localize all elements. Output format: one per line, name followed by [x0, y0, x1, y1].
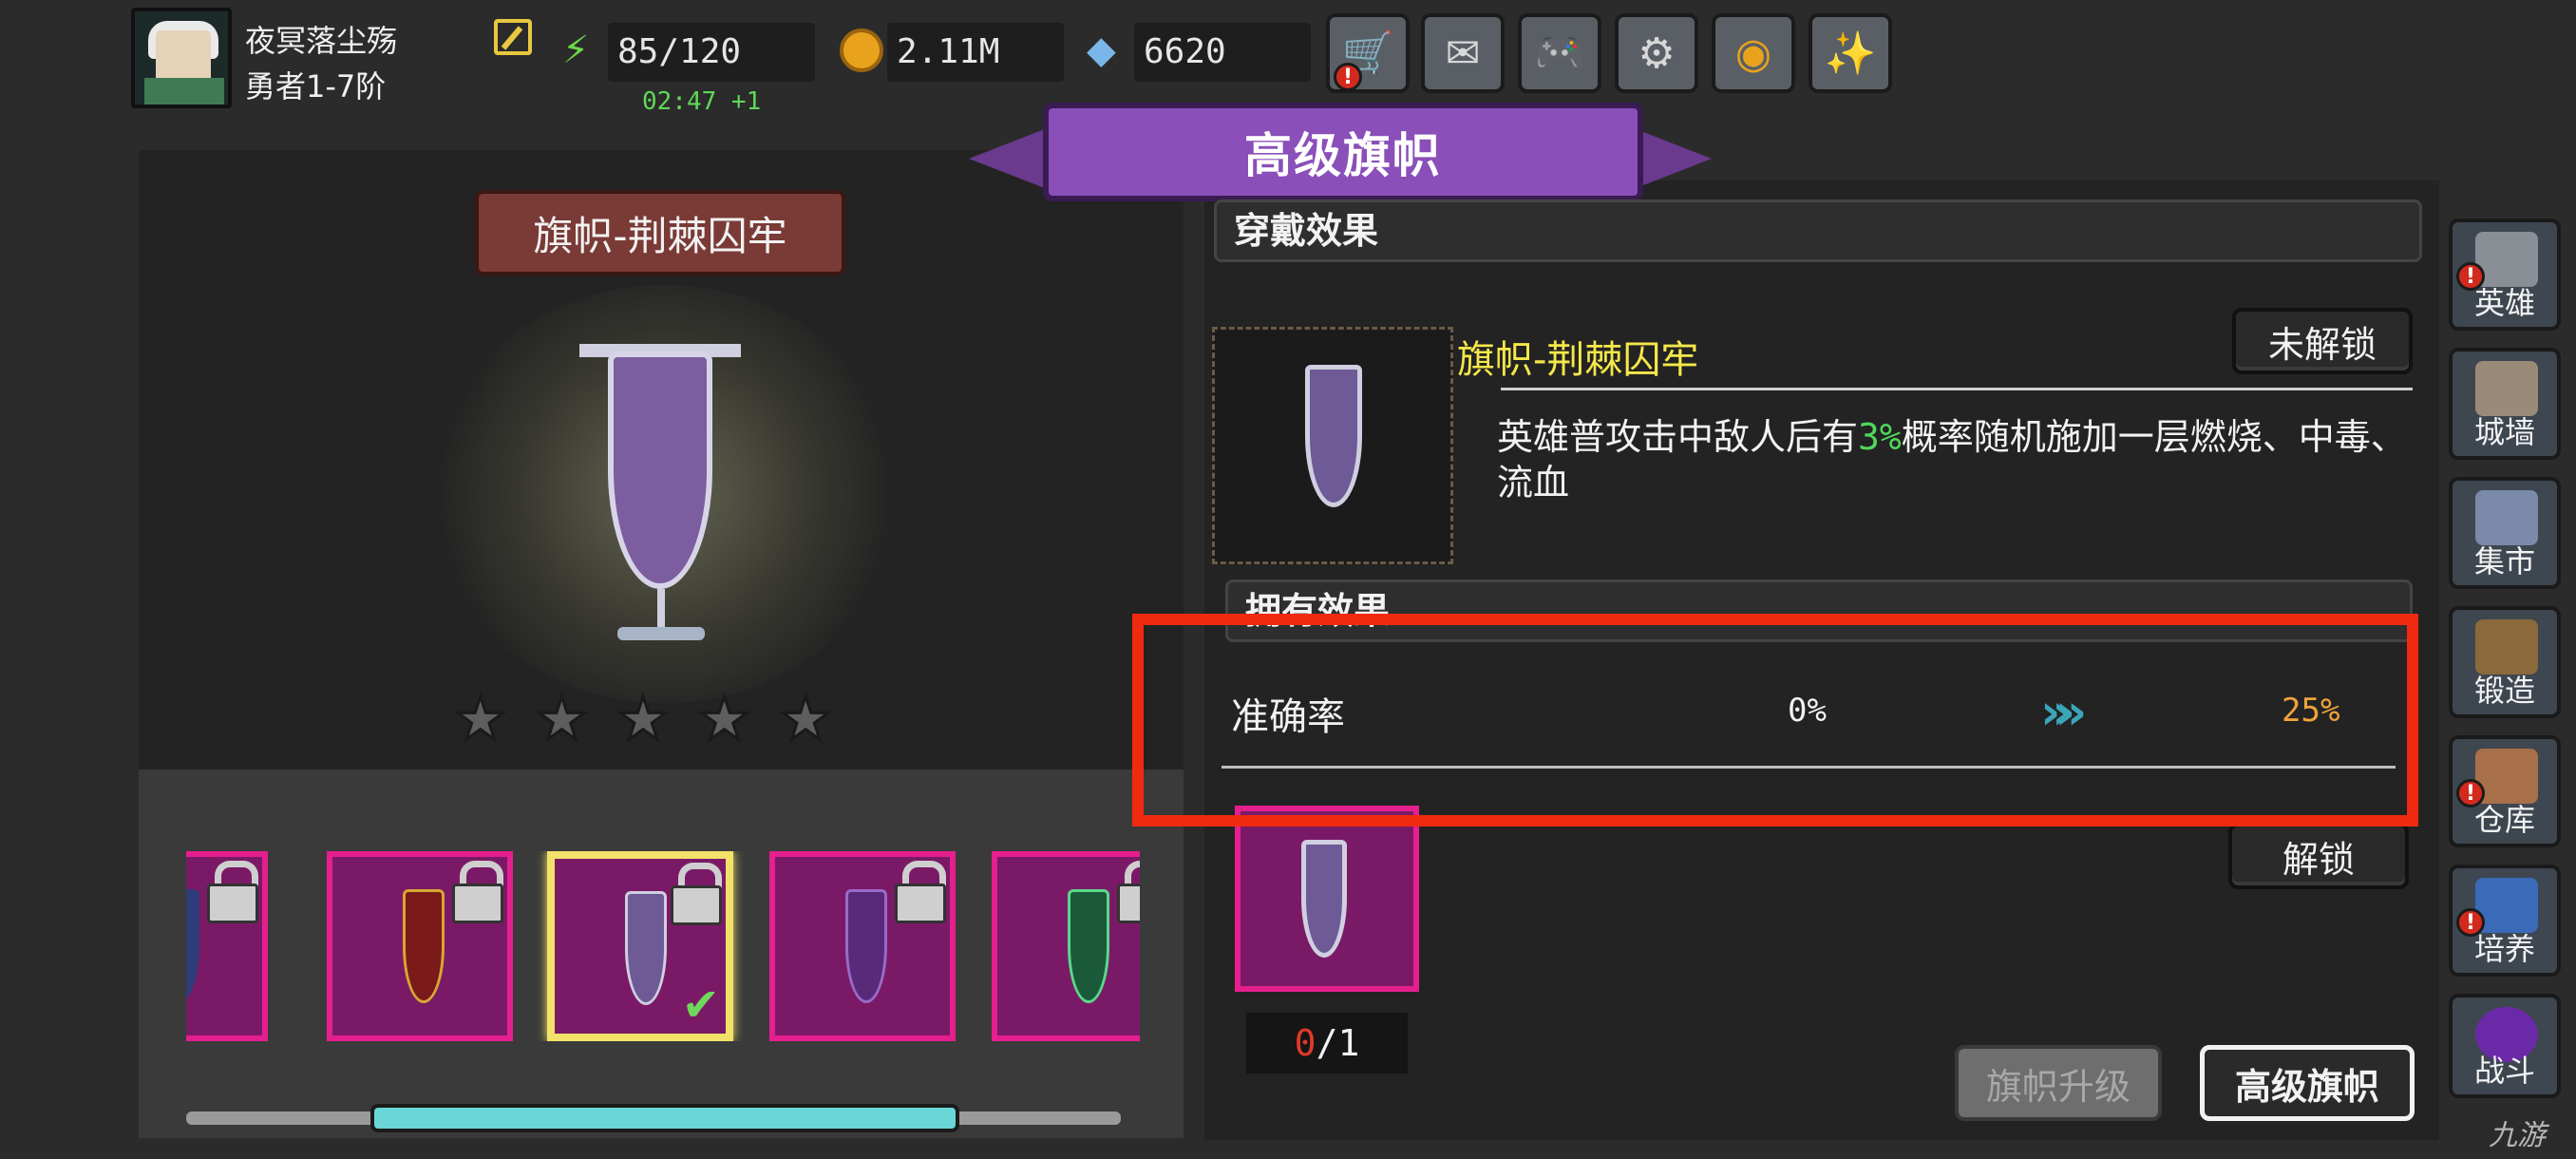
watermark-logo: 九游	[2489, 1119, 2546, 1152]
page-title: 高级旗帜	[1043, 103, 1643, 201]
shop-alert-icon: !	[1334, 63, 1362, 91]
gold-value[interactable]: 2.11M	[887, 23, 1064, 82]
banner-slot[interactable]	[327, 851, 513, 1041]
star-icon: ★	[696, 683, 752, 755]
item-divider	[1501, 388, 2413, 390]
gold-coin-icon	[840, 28, 883, 72]
gamepad-button[interactable]: 🎮	[1518, 13, 1601, 93]
carousel-scroll-thumb[interactable]	[370, 1104, 959, 1132]
green-banner-icon	[1068, 889, 1109, 1003]
nav-battle[interactable]: 战斗	[2449, 994, 2561, 1098]
banner-upgrade-button[interactable]: 旗帜升级	[1955, 1045, 2162, 1121]
banner-slot[interactable]	[769, 851, 956, 1041]
player-name: 夜冥落尘殇	[245, 23, 398, 59]
banner-slot[interactable]	[992, 851, 1140, 1041]
red-banner-icon	[403, 889, 445, 1003]
lock-icon	[201, 859, 258, 923]
nav-label: 英雄	[2473, 285, 2535, 321]
banner-name-plate: 旗帜-荆棘囚牢	[475, 190, 845, 276]
player-rank: 勇者1-7阶	[245, 68, 387, 104]
banner-large-icon	[608, 352, 712, 589]
purple-banner-icon	[625, 891, 667, 1005]
item-name: 旗帜-荆棘囚牢	[1457, 338, 1699, 382]
lock-icon	[446, 859, 503, 923]
desc-percent: 3%	[1858, 416, 1902, 458]
nav-hero[interactable]: ! 英雄	[2449, 218, 2561, 331]
lock-icon	[665, 861, 722, 925]
nav-label: 培养	[2473, 931, 2535, 967]
star-icon: ★	[453, 683, 509, 755]
firework-icon: ✨	[1824, 29, 1877, 78]
energy-icon	[562, 28, 606, 72]
wheel-icon: ◉	[1734, 28, 1772, 78]
gamepad-icon: 🎮	[1533, 29, 1586, 78]
nav-forge[interactable]: 锻造	[2449, 606, 2561, 718]
star-icon: ★	[534, 683, 590, 755]
banner-carousel[interactable]: ✔	[186, 851, 1140, 1041]
star-icon: ★	[616, 683, 672, 755]
banner-pole	[657, 589, 665, 631]
highlight-annotation	[1132, 614, 2418, 826]
nav-market[interactable]: 集市	[2449, 477, 2561, 589]
banner-material-icon	[1301, 840, 1347, 958]
avatar-robe	[144, 78, 224, 104]
lock-icon	[889, 859, 946, 923]
nav-train[interactable]: ! 培养	[2449, 864, 2561, 977]
edit-name-icon[interactable]	[494, 19, 532, 55]
violet-banner-icon	[845, 889, 887, 1003]
shop-button[interactable]: 🛒 !	[1326, 13, 1410, 93]
material-item[interactable]	[1235, 806, 1419, 992]
events-button[interactable]: ✨	[1809, 13, 1892, 93]
nav-label: 锻造	[2473, 673, 2535, 709]
mail-button[interactable]: ✉	[1421, 13, 1505, 93]
star-rating: ★ ★ ★ ★ ★	[453, 683, 834, 755]
nav-wall[interactable]: 城墙	[2449, 348, 2561, 460]
wear-effect-header: 穿戴效果	[1214, 200, 2422, 262]
nav-label: 集市	[2473, 543, 2535, 580]
check-icon: ✔	[681, 978, 720, 1032]
energy-timer: 02:47 +1	[642, 87, 762, 116]
banner-item-icon	[1305, 365, 1362, 507]
desc-text: 英雄普攻击中敌人后有	[1497, 416, 1859, 458]
energy-value[interactable]: 85/120	[608, 23, 815, 82]
material-count: 0/1	[1246, 1013, 1408, 1074]
nav-label: 仓库	[2473, 802, 2535, 838]
star-icon: ★	[778, 683, 834, 755]
item-description: 英雄普攻击中敌人后有3%概率随机施加一层燃烧、中毒、流血	[1497, 414, 2409, 505]
nav-warehouse[interactable]: ! 仓库	[2449, 735, 2561, 847]
material-need: /1	[1316, 1022, 1360, 1064]
lock-icon	[1111, 859, 1140, 923]
unlock-button[interactable]: 解锁	[2228, 823, 2409, 889]
player-avatar[interactable]	[131, 8, 232, 108]
advanced-banner-button[interactable]: 高级旗帜	[2200, 1045, 2415, 1121]
banner-base	[617, 627, 705, 640]
settings-button[interactable]: ⚙	[1615, 13, 1698, 93]
locked-status-button[interactable]: 未解锁	[2232, 308, 2413, 374]
gems-value[interactable]: 6620	[1134, 23, 1311, 82]
mail-icon: ✉	[1445, 28, 1481, 78]
gear-icon: ⚙	[1638, 28, 1676, 78]
nav-label: 城墙	[2473, 414, 2535, 450]
banner-slot[interactable]	[186, 851, 268, 1041]
nav-label: 战斗	[2473, 1053, 2535, 1089]
lottery-button[interactable]: ◉	[1712, 13, 1795, 93]
blue-banner-icon	[186, 889, 199, 1003]
material-have: 0	[1294, 1022, 1316, 1064]
diamond-icon	[1087, 28, 1130, 72]
banner-slot-selected[interactable]: ✔	[547, 851, 733, 1041]
side-navigation: ! 英雄 城墙 集市 锻造 ! 仓库 ! 培养 战斗	[2449, 215, 2563, 1159]
